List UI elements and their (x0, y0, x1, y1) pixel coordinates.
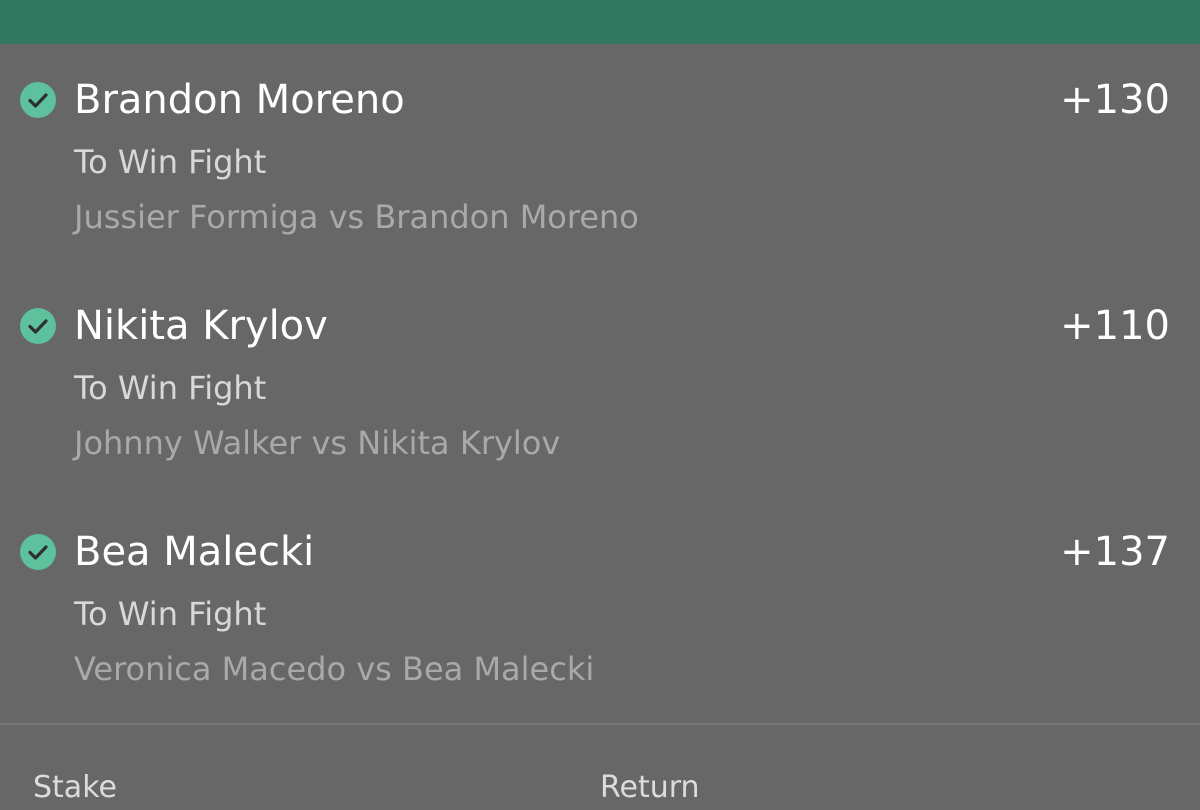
selection-market: To Win Fight (74, 595, 267, 633)
stake-label: Stake (33, 770, 117, 805)
bet-slip: Brandon Moreno +130 To Win Fight Jussier… (0, 0, 1200, 810)
selection-item: Nikita Krylov +110 To Win Fight Johnny W… (0, 303, 1200, 508)
header-bar (0, 0, 1200, 44)
selection-name: Brandon Moreno (74, 77, 405, 123)
selection-item: Bea Malecki +137 To Win Fight Veronica M… (0, 529, 1200, 734)
check-circle-icon (20, 82, 56, 118)
check-circle-icon (20, 534, 56, 570)
return-label: Return (600, 770, 700, 805)
selection-event: Johnny Walker vs Nikita Krylov (74, 424, 561, 462)
selection-name: Nikita Krylov (74, 303, 328, 349)
check-circle-icon (20, 308, 56, 344)
selection-odds: +110 (1060, 303, 1170, 349)
selection-event: Jussier Formiga vs Brandon Moreno (74, 198, 639, 236)
selection-name: Bea Malecki (74, 529, 315, 575)
selection-market: To Win Fight (74, 143, 267, 181)
selection-item: Brandon Moreno +130 To Win Fight Jussier… (0, 77, 1200, 282)
selection-odds: +137 (1060, 529, 1170, 575)
selection-market: To Win Fight (74, 369, 267, 407)
selection-odds: +130 (1060, 77, 1170, 123)
selection-event: Veronica Macedo vs Bea Malecki (74, 650, 595, 688)
divider (0, 723, 1200, 725)
